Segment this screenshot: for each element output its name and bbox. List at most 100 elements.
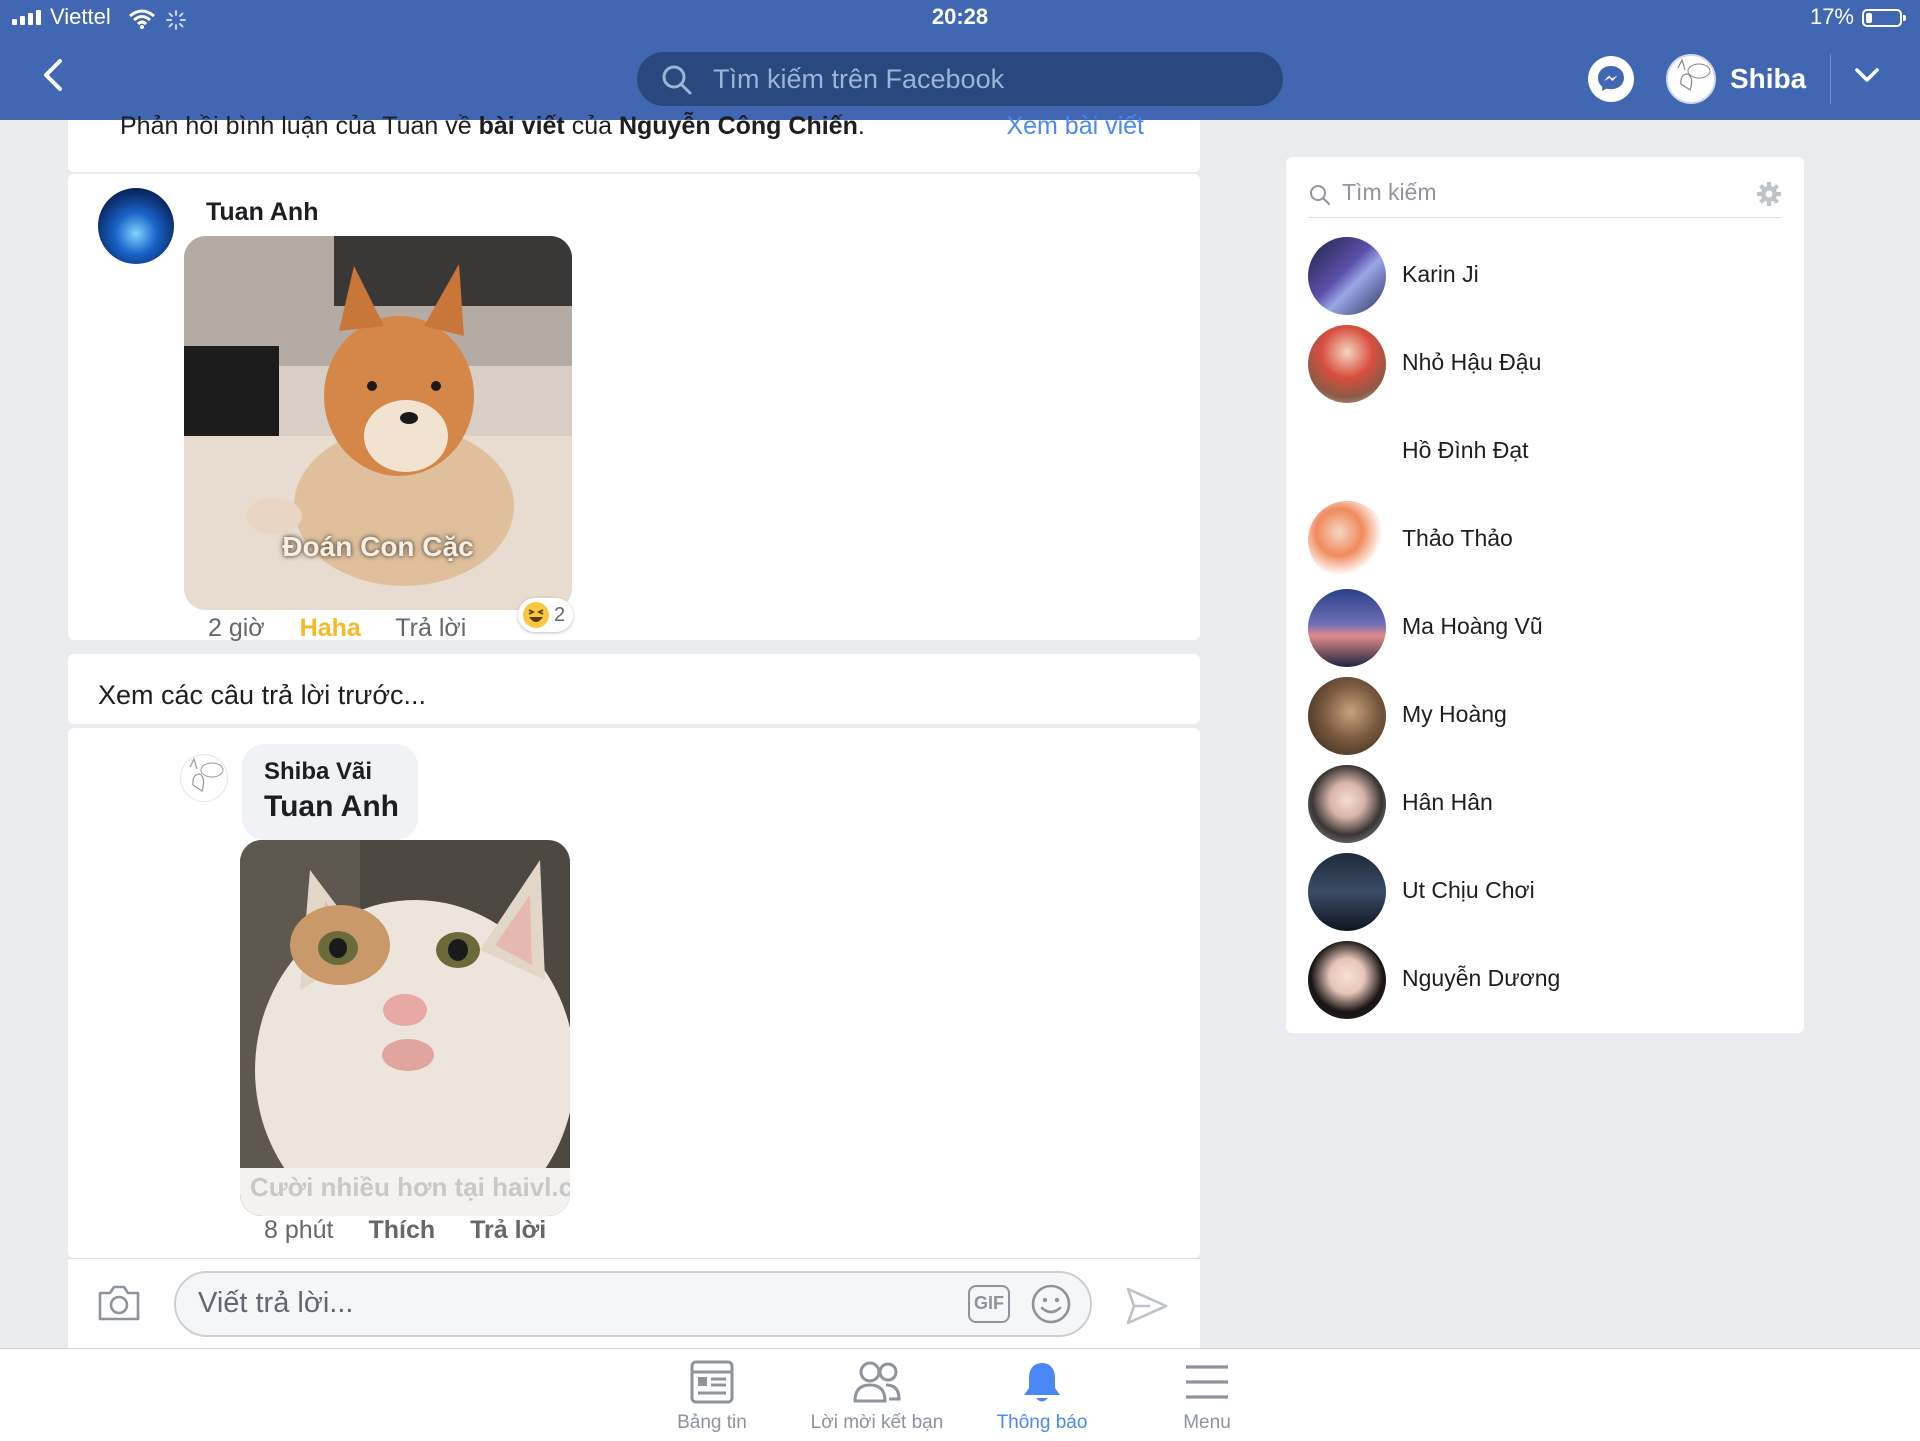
header-divider: [1830, 54, 1831, 104]
gif-button[interactable]: GIF: [968, 1285, 1010, 1323]
reply-input[interactable]: Viết trả lời... GIF: [174, 1271, 1092, 1337]
tab-label: Menu: [1183, 1412, 1231, 1433]
bottom-tab-bar: Bảng tin Lời mời kết bạn Thông báo Menu: [0, 1348, 1920, 1441]
activity-spinner-icon: [166, 10, 186, 30]
back-arrow-icon[interactable]: [42, 58, 64, 92]
view-previous-replies-link[interactable]: Xem các câu trả lời trước...: [98, 680, 426, 711]
cat-photo: [240, 840, 570, 1216]
shiba-sketch-icon: [189, 757, 224, 792]
menu-icon: [1186, 1365, 1228, 1399]
reply-image[interactable]: Cười nhiều hơn tại haivl.c: [240, 840, 570, 1216]
contact-item[interactable]: My Hoàng: [1308, 677, 1788, 757]
reaction-count: 2: [554, 603, 566, 626]
contact-avatar: [1308, 237, 1386, 315]
replier-avatar[interactable]: [180, 754, 228, 802]
contact-avatar: [1308, 677, 1386, 755]
comment-time: 2 giờ: [208, 614, 265, 642]
profile-avatar: [1666, 54, 1716, 104]
messenger-icon: [1598, 66, 1624, 91]
contact-name: Hân Hân: [1402, 789, 1493, 815]
signal-icon: [12, 10, 41, 25]
contacts-search-placeholder: Tìm kiếm: [1342, 179, 1437, 205]
facebook-search-bar[interactable]: Tìm kiếm trên Facebook: [637, 52, 1283, 106]
contact-avatar: [1308, 589, 1386, 667]
contact-item[interactable]: Nhỏ Hậu Đậu: [1308, 325, 1788, 405]
emoji-icon[interactable]: [1030, 1283, 1072, 1325]
reply-to-reply-button[interactable]: Trả lời: [470, 1216, 546, 1244]
contact-name: Karin Ji: [1402, 261, 1479, 287]
reply-image-watermark: Cười nhiều hơn tại haivl.c: [250, 1172, 570, 1202]
battery-percent: 17%: [1809, 4, 1854, 29]
contact-avatar: [1308, 413, 1386, 491]
battery-icon: [1862, 9, 1906, 27]
like-button[interactable]: Thích: [368, 1216, 435, 1244]
tab-newsfeed[interactable]: Bảng tin: [627, 1359, 797, 1434]
chevron-down-icon[interactable]: [1854, 66, 1880, 84]
contact-item[interactable]: Nguyễn Dương: [1308, 941, 1788, 1021]
contact-avatar: [1308, 501, 1386, 579]
contact-name: Ut Chịu Chơi: [1402, 877, 1535, 903]
contacts-search[interactable]: Tìm kiếm: [1308, 173, 1782, 218]
contact-name: Ma Hoàng Vũ: [1402, 613, 1543, 639]
profile-name: Shiba: [1730, 63, 1807, 94]
messenger-button[interactable]: [1588, 56, 1634, 102]
view-post-link[interactable]: Xem bài viết: [1006, 112, 1144, 141]
contacts-panel: Tìm kiếm Karin Ji Nhỏ Hậu Đậu Hồ Đình Đạ…: [1286, 157, 1804, 1033]
haha-emoji-icon: [523, 602, 549, 628]
reply-author[interactable]: Shiba Vãi: [264, 758, 372, 786]
contact-name: Hồ Đình Đạt: [1402, 437, 1529, 463]
contact-item[interactable]: Ut Chịu Chơi: [1308, 853, 1788, 933]
comment-image[interactable]: Đoán Con Cặc: [184, 236, 572, 610]
carrier-name: Viettel: [50, 4, 111, 29]
send-icon[interactable]: [1124, 1285, 1170, 1327]
tab-label: Thông báo: [996, 1412, 1088, 1433]
reply-time: 8 phút: [264, 1216, 334, 1244]
tab-menu[interactable]: Menu: [1122, 1359, 1292, 1434]
comment-actions: 2 giờ Haha Trả lời: [208, 614, 494, 643]
tab-notifications[interactable]: Thông báo: [957, 1359, 1127, 1434]
contact-avatar: [1308, 765, 1386, 843]
contact-item[interactable]: Thảo Thảo: [1308, 501, 1788, 581]
haha-reaction-button[interactable]: Haha: [300, 614, 361, 642]
reply-composer: Viết trả lời... GIF: [68, 1258, 1200, 1349]
bell-icon: [1024, 1363, 1060, 1402]
tab-label: Lời mời kết bạn: [810, 1412, 944, 1433]
comment-image-caption: Đoán Con Cặc: [282, 531, 474, 562]
contact-item[interactable]: Karin Ji: [1308, 237, 1788, 317]
wifi-icon: [129, 9, 155, 29]
contact-item[interactable]: Hân Hân: [1308, 765, 1788, 845]
notification-text: Phản hồi bình luận của Tuan về bài viết …: [120, 112, 865, 140]
shiba-avatar-icon: [1677, 58, 1711, 91]
top-bar: Viettel 20:28 17% Tìm kiếm trên Facebook: [0, 0, 1920, 120]
reply-input-placeholder: Viết trả lời...: [198, 1287, 354, 1319]
camera-icon[interactable]: [96, 1283, 142, 1323]
reply-button[interactable]: Trả lời: [395, 614, 466, 642]
profile-button[interactable]: Shiba: [1666, 54, 1806, 104]
contact-item[interactable]: Ma Hoàng Vũ: [1308, 589, 1788, 669]
status-time: 20:28: [931, 4, 989, 29]
reply-mention[interactable]: Tuan Anh: [264, 790, 399, 824]
tab-label: Bảng tin: [677, 1412, 747, 1433]
comment-author[interactable]: Tuan Anh: [206, 198, 318, 227]
search-icon: [662, 65, 692, 95]
contact-item[interactable]: Hồ Đình Đạt: [1308, 413, 1788, 493]
contact-avatar: [1308, 325, 1386, 403]
contact-avatar: [1308, 941, 1386, 1019]
reply-bubble: Shiba Vãi Tuan Anh: [242, 744, 418, 840]
tab-friend-requests[interactable]: Lời mời kết bạn: [792, 1359, 962, 1434]
search-placeholder: Tìm kiếm trên Facebook: [713, 64, 1005, 94]
reaction-count-badge[interactable]: 2: [518, 598, 574, 632]
search-icon: [1310, 185, 1330, 205]
contact-name: Nguyễn Dương: [1402, 965, 1561, 991]
reply-card: Shiba Vãi Tuan Anh Cười nhiều hơn tại ha…: [68, 728, 1200, 1258]
comment-card: Tuan Anh Đoán Con Cặc 2 giờ Haha Trả lời: [68, 174, 1200, 643]
gear-icon[interactable]: [1756, 181, 1782, 207]
previous-replies-card: Xem các câu trả lời trước...: [68, 654, 1200, 724]
contact-avatar: [1308, 853, 1386, 931]
newsfeed-icon: [690, 1360, 734, 1404]
friends-icon: [853, 1361, 901, 1403]
commenter-avatar[interactable]: [98, 188, 174, 264]
reply-actions: 8 phút Thích Trả lời: [264, 1216, 574, 1245]
notification-context-card: Phản hồi bình luận của Tuan về bài viết …: [68, 112, 1200, 172]
contact-name: Nhỏ Hậu Đậu: [1402, 349, 1542, 375]
